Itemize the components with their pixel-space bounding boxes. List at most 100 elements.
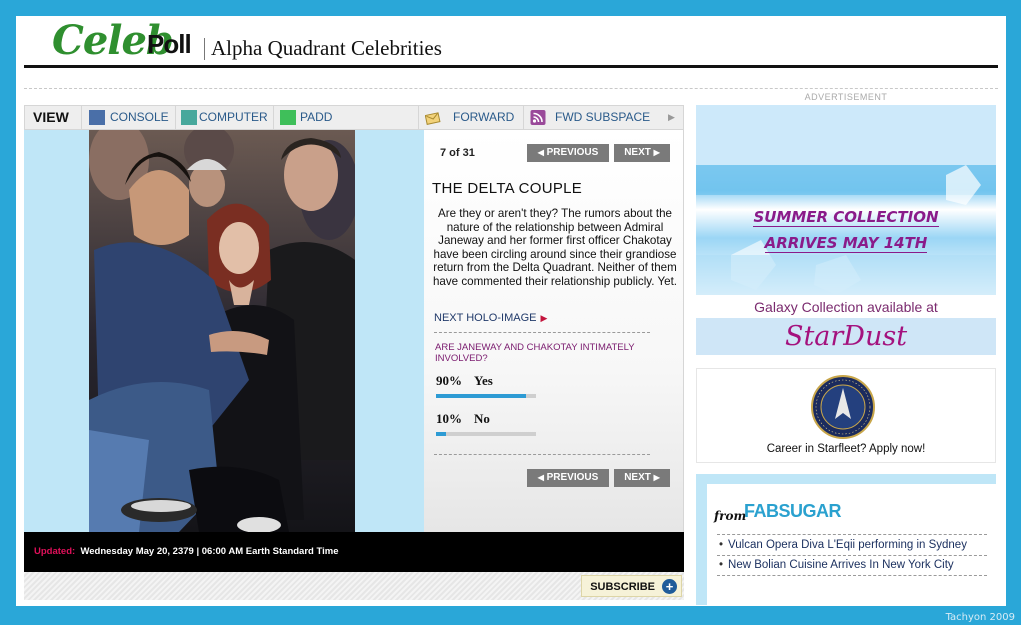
padd-label: PADD (300, 110, 333, 124)
poll-divider (434, 332, 650, 333)
poll-option-yes[interactable]: 90% Yes (436, 373, 493, 389)
sidebar: ADVERTISEMENT SUMMER COLLECTION ARRIVES … (696, 92, 996, 605)
next-holo-image-label: NEXT HOLO-IMAGE (434, 312, 537, 324)
poll-bottom-divider (434, 454, 650, 455)
next-holo-image-link[interactable]: NEXT HOLO-IMAGE ▶ (434, 312, 547, 324)
photo-area (24, 130, 424, 532)
slideshow-photo[interactable] (89, 130, 355, 532)
slide-counter: 7 of 31 (440, 147, 475, 159)
chevron-right-icon: ▶ (668, 112, 675, 122)
view-console-button[interactable]: CONSOLE (89, 106, 171, 129)
summer-collection-ad[interactable]: SUMMER COLLECTION ARRIVES MAY 14TH Galax… (696, 105, 996, 355)
plus-icon: + (662, 579, 677, 594)
toolbar-divider (523, 106, 524, 129)
padd-icon (280, 110, 296, 125)
subscribe-label: SUBSCRIBE (590, 581, 655, 593)
next-button-bottom[interactable]: NEXT ▶ (614, 469, 670, 487)
header-divider (204, 38, 205, 60)
slide-description: Are they or aren't they? The rumors abou… (432, 207, 678, 288)
next-label: NEXT (624, 147, 651, 158)
poll-no-bar-fill (436, 432, 446, 436)
summer-collection-text: SUMMER COLLECTION ARRIVES MAY 14TH (696, 204, 996, 256)
previous-label: PREVIOUS (546, 472, 599, 483)
toolbar-divider (81, 106, 82, 129)
envelope-icon (425, 112, 441, 125)
bullet-icon: • (719, 559, 724, 571)
updated-bar: Updated: Wednesday May 20, 2379 | 06:00 … (24, 532, 684, 572)
chevron-left-icon: ◀ (537, 148, 544, 157)
summer-sky-graphic (696, 105, 996, 295)
fabsugar-link-1[interactable]: • Vulcan Opera Diva L'Eqii performing in … (719, 539, 967, 551)
starfleet-emblem-icon (811, 375, 875, 439)
from-label: from (714, 509, 747, 523)
previous-button-bottom[interactable]: ◀ PREVIOUS (527, 469, 609, 487)
page: Celeb Poll Alpha Quadrant Celebrities VI… (16, 16, 1006, 606)
view-computer-button[interactable]: COMPUTER (181, 106, 273, 129)
fabsugar-divider (717, 555, 987, 556)
toolbar-divider (418, 106, 419, 129)
fabsugar-link-1-text: Vulcan Opera Diva L'Eqii performing in S… (728, 539, 967, 551)
starfleet-ad[interactable]: Career in Starfleet? Apply now! (696, 368, 996, 463)
slide-info-panel: 7 of 31 ◀ PREVIOUS NEXT ▶ THE DELTA COUP… (424, 130, 684, 532)
toolbar-divider (273, 106, 274, 129)
stardust-logo[interactable]: StarDust (696, 318, 996, 355)
poll-yes-label: Yes (474, 373, 493, 388)
fabsugar-link-2-text: New Bolian Cuisine Arrives In New York C… (728, 559, 954, 571)
bullet-icon: • (719, 539, 724, 551)
header-dotted-rule (24, 88, 998, 89)
slide-title: THE DELTA COUPLE (432, 180, 583, 197)
fwd-subspace-label: FWD SUBSPACE (555, 110, 651, 124)
next-button-top[interactable]: NEXT ▶ (614, 144, 670, 162)
triangle-right-icon: ▶ (540, 313, 548, 323)
updated-text: Wednesday May 20, 2379 | 06:00 AM Earth … (80, 546, 339, 557)
poll-question: ARE JANEWAY AND CHAKOTAY INTIMATELY INVO… (435, 342, 635, 364)
poll-yes-bar (436, 394, 536, 398)
view-padd-button[interactable]: PADD (280, 106, 340, 129)
slideshow-panel: VIEW CONSOLE COMPUTER PADD FORWARD FWD S… (24, 105, 684, 605)
subscribe-strip: SUBSCRIBE + (24, 572, 684, 600)
poll-yes-bar-fill (436, 394, 526, 398)
chevron-right-icon: ▶ (653, 473, 660, 482)
fabsugar-link-2[interactable]: • New Bolian Cuisine Arrives In New York … (719, 559, 954, 571)
poll-no-bar (436, 432, 536, 436)
fabsugar-divider (717, 534, 987, 535)
fabsugar-divider (717, 575, 987, 576)
computer-icon (181, 110, 197, 125)
advertisement-label: ADVERTISEMENT (804, 92, 888, 102)
summer-line-2: ARRIVES MAY 14TH (764, 234, 928, 253)
chevron-right-icon: ▶ (653, 148, 660, 157)
console-label: CONSOLE (110, 110, 169, 124)
poll-yes-percent: 90% (436, 373, 462, 388)
view-toolbar: VIEW CONSOLE COMPUTER PADD FORWARD FWD S… (24, 105, 684, 130)
starfleet-ad-text: Career in Starfleet? Apply now! (766, 443, 926, 455)
poll-option-no[interactable]: 10% No (436, 411, 490, 427)
fabsugar-inner: from FABSUGAR • Vulcan Opera Diva L'Eqii … (707, 484, 996, 605)
computer-label: COMPUTER (199, 110, 268, 124)
site-subtitle: Alpha Quadrant Celebrities (211, 36, 442, 60)
watermark: Tachyon 2009 (945, 612, 1015, 623)
rss-icon (530, 110, 546, 125)
view-label: VIEW (33, 109, 69, 125)
fwd-subspace-button[interactable]: FWD SUBSPACE ▶ (530, 106, 680, 129)
summer-line-1: SUMMER COLLECTION (753, 208, 939, 227)
poll-no-label: No (474, 411, 490, 426)
toolbar-divider (175, 106, 176, 129)
next-label: NEXT (624, 472, 651, 483)
site-header: Celeb Poll Alpha Quadrant Celebrities (24, 16, 998, 68)
previous-label: PREVIOUS (546, 147, 599, 158)
console-icon (89, 110, 105, 125)
fabsugar-logo[interactable]: FABSUGAR (744, 501, 842, 522)
logo-poll[interactable]: Poll (147, 29, 192, 60)
galaxy-collection-text: Galaxy Collection available at (754, 299, 938, 315)
poll-no-percent: 10% (436, 411, 462, 426)
forward-label: FORWARD (453, 110, 515, 124)
subscribe-button[interactable]: SUBSCRIBE + (581, 575, 682, 597)
ad-banner-image (696, 105, 996, 295)
updated-label: Updated: (34, 546, 76, 557)
fabsugar-box: from FABSUGAR • Vulcan Opera Diva L'Eqii … (696, 474, 996, 605)
chevron-left-icon: ◀ (537, 473, 544, 482)
updated-timestamp: Updated: Wednesday May 20, 2379 | 06:00 … (34, 546, 338, 557)
forward-button[interactable]: FORWARD (423, 106, 519, 129)
courtside-photo-image (89, 130, 355, 532)
previous-button-top[interactable]: ◀ PREVIOUS (527, 144, 609, 162)
